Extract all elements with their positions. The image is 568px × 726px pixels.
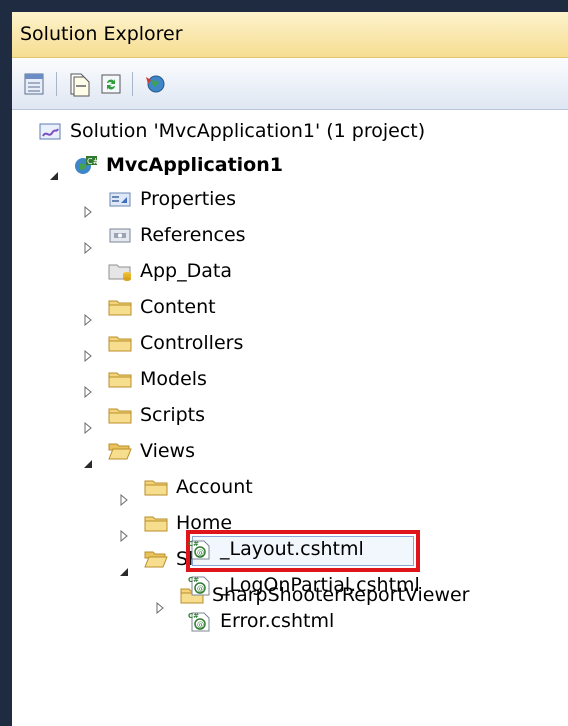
tree-item-app-data[interactable]: App_Data [108,254,232,288]
tree-item-label: App_Data [140,260,232,282]
open-folder-icon [108,443,132,460]
view-class-diagram-icon[interactable] [142,71,168,97]
tree-item-project[interactable]: C# MvcApplication1 [74,148,283,182]
tree-item-label: Views [140,440,195,462]
tree-item-label: Error.cshtml [220,610,335,632]
tree-item-error-cshtml[interactable]: @ C# Error.cshtml [188,604,334,638]
expand-arrow-icon[interactable] [82,350,94,362]
properties-icon[interactable] [22,71,48,97]
panel-title: Solution Explorer [20,23,183,45]
expand-arrow-icon[interactable] [118,530,130,542]
expand-arrow-icon[interactable] [82,386,94,398]
tree-item-label: Content [140,296,216,318]
folder-icon [108,372,132,388]
tree-item-logonpartial-cshtml[interactable]: @ C# _LogOnPartial.cshtml [188,568,420,602]
open-folder-icon [144,551,168,568]
references-icon [109,228,131,243]
tree-item-layout-cshtml[interactable]: @ C# _Layout.cshtml [188,532,364,566]
razor-file-icon: @ C# [188,540,210,560]
app-data-folder-icon [108,264,131,281]
svg-text:@: @ [197,621,204,629]
window-frame-top [0,0,568,12]
tree-item-label: Scripts [140,404,206,426]
tree-item-scripts[interactable]: Scripts [108,398,205,432]
tree-item-label: References [140,224,246,246]
svg-text:C#: C# [188,576,199,584]
folder-icon [108,336,132,352]
window-frame-left [0,0,12,726]
panel-titlebar[interactable]: Solution Explorer [12,12,568,58]
folder-icon [108,300,132,316]
folder-icon [144,480,168,496]
tree-item-properties[interactable]: Properties [108,182,236,216]
expand-arrow-icon[interactable] [154,602,166,614]
svg-text:C#: C# [188,540,199,548]
expand-arrow-icon[interactable] [118,494,130,506]
tree-item-content[interactable]: Content [108,290,216,324]
tree-item-solution[interactable]: Solution 'MvcApplication1' (1 project) [38,114,425,148]
tree-item-label: Properties [140,188,237,210]
collapse-arrow-icon[interactable] [82,458,94,470]
toolbar-separator [132,72,133,96]
tree-item-controllers[interactable]: Controllers [108,326,243,360]
tree-item-label: Account [176,476,253,498]
tree-item-label: _Layout.cshtml [220,538,364,560]
tree-item-label: Models [140,368,207,390]
refresh-icon[interactable] [98,71,124,97]
tree-item-account[interactable]: Account [144,470,253,504]
svg-text:@: @ [197,549,204,557]
collapse-arrow-icon[interactable] [48,170,60,182]
expand-arrow-icon[interactable] [82,422,94,434]
expand-arrow-icon[interactable] [82,314,94,326]
svg-text:C#: C# [188,612,199,620]
tree-item-references[interactable]: References [108,218,246,252]
show-all-files-icon[interactable] [66,71,92,97]
expand-arrow-icon[interactable] [82,242,94,254]
solution-explorer-panel: Solution Explorer Solution 'MvcApplicati… [12,12,568,726]
tree-item-label: Controllers [140,332,244,354]
folder-icon [108,408,132,424]
web-project-icon: C# [75,156,98,174]
folder-icon [144,516,168,532]
tree-item-label: Solution 'MvcApplication1' (1 project) [70,120,426,142]
expand-arrow-icon[interactable] [82,206,94,218]
razor-file-icon: @ C# [188,612,210,632]
razor-file-icon: @ C# [188,576,210,596]
panel-toolbar [12,58,568,110]
tree-item-label: _LogOnPartial.cshtml [220,574,420,596]
solution-icon [39,123,61,140]
collapse-arrow-icon[interactable] [118,566,130,578]
toolbar-separator [56,72,57,96]
svg-text:C#: C# [87,157,98,166]
tree-item-models[interactable]: Models [108,362,207,396]
properties-folder-icon [109,192,131,207]
svg-text:@: @ [197,585,204,593]
tree-item-views[interactable]: Views [108,434,195,468]
tree-item-label: MvcApplication1 [106,154,283,176]
